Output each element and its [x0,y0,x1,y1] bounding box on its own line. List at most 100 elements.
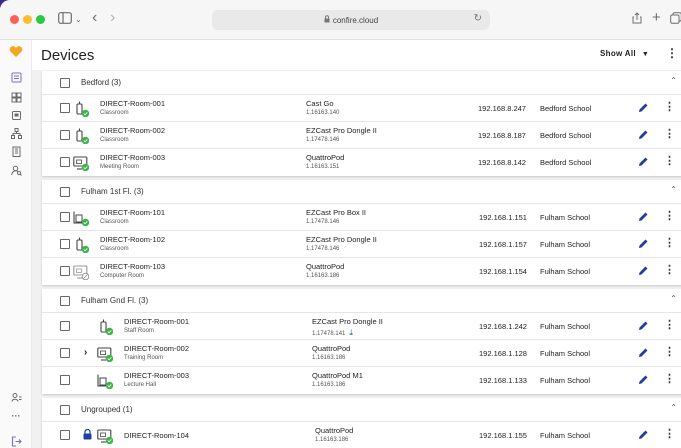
edit-pencil-icon[interactable] [638,320,649,331]
group-header[interactable]: Fulham Gnd Fl. (3) ⌃ [42,289,681,313]
chevron-down-icon[interactable]: ⌄ [75,11,82,29]
row-checkbox[interactable] [60,212,70,222]
device-row[interactable]: DIRECT-Room-101 Classroom EZCast Pro Box I… [42,204,681,231]
device-name[interactable]: DIRECT-Room-104 [124,431,189,440]
zoom-window-button[interactable] [36,15,45,24]
download-update-icon[interactable]: ⤓ [349,328,353,338]
display-nav-icon[interactable] [10,110,22,122]
group-header[interactable]: Bedford (3) ⌃ [42,71,681,95]
logout-nav-icon[interactable] [10,436,22,448]
device-name[interactable]: DIRECT-Room-103 [100,262,165,271]
row-checkbox[interactable] [60,348,70,358]
dashboard-nav-icon[interactable] [10,92,22,104]
minimize-window-button[interactable] [23,15,32,24]
row-more-icon[interactable]: ⋮ [664,346,675,358]
chevron-up-icon[interactable]: ⌃ [670,294,677,303]
row-more-icon[interactable]: ⋮ [664,319,675,331]
row-more-icon[interactable]: ⋮ [664,210,675,222]
brand-logo-icon[interactable] [9,46,23,58]
row-checkbox[interactable] [60,266,70,276]
device-row[interactable]: DIRECT-Room-104 QuattroPod 1.16163.186 192.… [42,422,681,448]
device-name[interactable]: DIRECT-Room-001 [124,317,189,326]
device-name[interactable]: DIRECT-Room-102 [100,235,165,244]
device-site: Bedford School [540,131,592,140]
device-row[interactable]: › DIRECT-Room-002 Training Room QuattroPod 1… [42,340,681,367]
edit-pencil-icon[interactable] [638,102,649,113]
device-site: Bedford School [540,158,592,167]
share-icon[interactable] [632,11,642,29]
new-tab-icon[interactable]: + [652,9,661,27]
device-name[interactable]: DIRECT-Room-001 [100,99,165,108]
device-name[interactable]: DIRECT-Room-003 [124,371,189,380]
device-ip: 192.168.8.187 [478,131,526,140]
edit-pencil-icon[interactable] [638,156,649,167]
chevron-up-icon[interactable]: ⌃ [670,403,677,412]
row-checkbox[interactable] [60,430,70,440]
row-more-icon[interactable]: ⋮ [664,101,675,113]
device-name[interactable]: DIRECT-Room-003 [100,153,165,162]
user-search-nav-icon[interactable] [10,165,22,177]
device-name[interactable]: DIRECT-Room-002 [124,344,189,353]
row-more-icon[interactable]: ⋮ [664,373,675,385]
row-more-icon[interactable]: ⋮ [664,264,675,276]
row-more-icon[interactable]: ⋮ [664,128,675,140]
address-bar[interactable]: confire.cloud ↻ [212,10,490,30]
row-checkbox[interactable] [60,157,70,167]
building-nav-icon[interactable] [10,146,22,158]
group-header[interactable]: Fulham 1st Fl. (3) ⌃ [42,180,681,204]
device-row[interactable]: DIRECT-Room-003 Meeting Room QuattroPod 1.1… [42,149,681,176]
chevron-up-icon[interactable]: ⌃ [670,76,677,85]
back-button[interactable]: ‹ [92,9,97,27]
device-row[interactable]: DIRECT-Room-001 Classroom Cast Go 1.16163.1… [42,95,681,122]
chevron-up-icon[interactable]: ⌃ [670,185,677,194]
app-sidebar: ··· [0,40,32,448]
device-row[interactable]: DIRECT-Room-001 Staff Room EZCast Pro Dong… [42,313,681,340]
devices-nav-icon[interactable] [10,72,22,84]
tab-overview-icon[interactable] [670,11,681,29]
device-row[interactable]: DIRECT-Room-102 Classroom EZCast Pro Dongl… [42,231,681,258]
row-checkbox[interactable] [60,130,70,140]
sidebar-icon[interactable] [58,11,72,29]
row-checkbox[interactable] [60,103,70,113]
forward-button[interactable]: › [110,9,115,27]
device-status-icon [76,237,89,253]
device-model: EZCast Pro Box II [306,208,367,217]
reload-icon[interactable]: ↻ [474,13,482,24]
device-name[interactable]: DIRECT-Room-002 [100,126,165,135]
device-row[interactable]: DIRECT-Room-003 Lecture Hall QuattroPod M1… [42,367,681,394]
group-checkbox[interactable] [60,187,70,197]
edit-pencil-icon[interactable] [638,129,649,140]
row-checkbox[interactable] [60,239,70,249]
show-all-label: Show All [600,49,636,58]
device-name[interactable]: DIRECT-Room-101 [100,208,165,217]
close-window-button[interactable] [10,15,19,24]
group-checkbox[interactable] [60,405,70,415]
group-checkbox[interactable] [60,296,70,306]
network-nav-icon[interactable] [10,128,22,140]
group-header[interactable]: Ungrouped (1) ⌃ [42,398,681,422]
firmware-version-text: 1.16163.186 [312,382,346,388]
device-site: Fulham School [540,431,591,440]
edit-pencil-icon[interactable] [638,429,649,440]
device-ip: 192.168.1.133 [479,376,527,385]
show-all-dropdown[interactable]: Show All ▼ [600,49,649,58]
edit-pencil-icon[interactable] [638,374,649,385]
more-nav-icon[interactable]: ··· [10,410,22,422]
expand-row-chevron-icon[interactable]: › [84,347,87,358]
edit-pencil-icon[interactable] [638,265,649,276]
row-more-icon[interactable]: ⋮ [664,155,675,167]
device-room: Classroom [100,246,129,252]
users-nav-icon[interactable] [10,392,22,404]
device-row[interactable]: DIRECT-Room-002 Classroom EZCast Pro Dongl… [42,122,681,149]
firmware-version: 1.17478.141 ⤓ [312,328,353,338]
row-checkbox[interactable] [60,375,70,385]
row-more-icon[interactable]: ⋮ [664,428,675,440]
page-more-icon[interactable]: ⋮ [666,46,678,60]
edit-pencil-icon[interactable] [638,347,649,358]
row-more-icon[interactable]: ⋮ [664,237,675,249]
group-checkbox[interactable] [60,78,70,88]
edit-pencil-icon[interactable] [638,238,649,249]
row-checkbox[interactable] [60,321,70,331]
device-row[interactable]: DIRECT-Room-103 Computer Room QuattroPod 1.… [42,258,681,285]
edit-pencil-icon[interactable] [638,211,649,222]
